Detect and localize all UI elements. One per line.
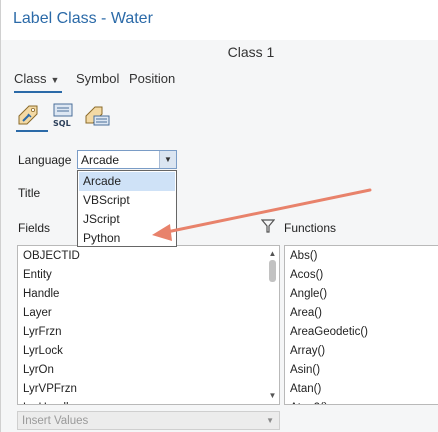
list-item[interactable]: Asin() [290,364,320,376]
functions-label: Functions [284,221,337,235]
list-item[interactable]: AreaGeodetic() [290,326,368,338]
insert-values-dropdown[interactable]: Insert Values ▼ [17,411,280,430]
list-item[interactable]: Atan() [290,383,321,395]
fields-scrollbar[interactable]: ▲ ▼ [266,246,279,404]
chevron-down-icon[interactable]: ▼ [51,75,60,85]
tab-class-label: Class [14,71,47,86]
tab-active-indicator [14,91,62,93]
language-label: Language [18,153,72,167]
functions-list[interactable]: Abs() Acos() Angle() Area() AreaGeodetic… [284,245,438,405]
class-name-label: Class 1 [227,44,275,60]
list-item[interactable]: Acos() [290,269,323,281]
list-item[interactable]: Angle() [290,288,327,300]
tab-symbol[interactable]: Symbol [76,71,119,86]
list-item[interactable]: OBJECTID [23,250,80,262]
list-item[interactable]: Layer [23,307,52,319]
list-item[interactable]: Abs() [290,250,317,262]
filter-icon[interactable] [261,218,275,234]
label-expression-icon[interactable] [15,102,45,128]
list-item[interactable]: LyrLock [23,345,63,357]
insert-values-placeholder: Insert Values [22,415,89,427]
dropdown-option-arcade[interactable]: Arcade [79,172,175,191]
scrollbar-thumb[interactable] [269,260,276,282]
list-item[interactable]: Entity [23,269,52,281]
sql-query-icon[interactable]: SQL [49,102,79,128]
tab-position[interactable]: Position [129,71,175,86]
chevron-down-icon[interactable]: ▼ [266,416,274,425]
language-combobox[interactable]: Arcade ▼ [77,150,177,169]
scroll-up-icon[interactable]: ▲ [266,248,279,260]
list-item[interactable]: Handle [23,288,59,300]
title-label: Title [18,186,41,200]
list-item[interactable]: Array() [290,345,325,357]
dropdown-option-python[interactable]: Python [79,229,175,248]
list-item[interactable]: LyrHandle [23,402,75,404]
dropdown-option-jscript[interactable]: JScript [79,210,175,229]
language-value: Arcade [81,153,120,167]
label-class-pane: Label Class - Water Class 1 Class ▼ Symbo… [0,0,438,432]
chevron-down-icon[interactable]: ▼ [159,151,176,168]
fields-list[interactable]: OBJECTID Entity Handle Layer LyrFrzn Lyr… [17,245,280,405]
pane-title: Label Class - Water [13,10,153,27]
list-item[interactable]: LyrVPFrzn [23,383,77,395]
list-item[interactable]: Atan2() [290,402,328,404]
scroll-down-icon[interactable]: ▼ [266,390,279,402]
dropdown-option-vbscript[interactable]: VBScript [79,191,175,210]
label-placement-icon[interactable] [83,102,113,128]
list-item[interactable]: LyrFrzn [23,326,62,338]
svg-text:SQL: SQL [53,119,71,128]
pane-title-bar: Label Class - Water [1,0,438,40]
language-dropdown-list: Arcade VBScript JScript Python [77,170,177,247]
list-item[interactable]: LyrOn [23,364,54,376]
fields-label: Fields [18,221,51,235]
list-item[interactable]: Area() [290,307,322,319]
tab-class[interactable]: Class ▼ [14,71,59,86]
toolbar-active-indicator [16,130,48,132]
